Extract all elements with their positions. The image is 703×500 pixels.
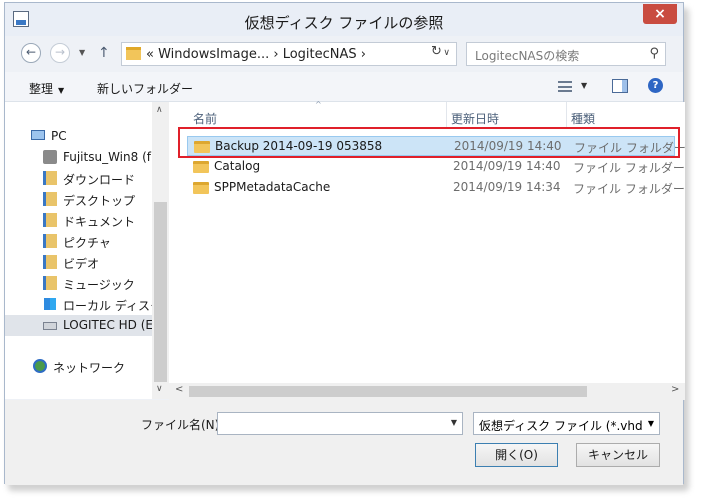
scroll-left-icon[interactable]: <: [175, 384, 183, 395]
sidebar-item-local-disk[interactable]: ローカル ディスク (C: [5, 294, 152, 315]
file-name: Catalog: [214, 159, 261, 173]
view-options-icon[interactable]: [558, 81, 572, 92]
filename-dropdown-icon[interactable]: ▼: [451, 418, 457, 427]
downloads-icon: [43, 171, 57, 185]
column-header-date-label: 更新日時: [451, 112, 500, 126]
up-folder-button[interactable]: ↑: [98, 45, 110, 61]
sidebar-item-label: ダウンロード: [63, 173, 136, 187]
sidebar-item-label: ネットワーク: [53, 361, 126, 375]
file-type: ファイル フォルダー: [573, 161, 685, 175]
scroll-right-icon[interactable]: >: [671, 384, 679, 395]
sidebar-item-music[interactable]: ミュージック: [5, 273, 152, 294]
folder-icon: [126, 47, 141, 60]
sidebar-item-label: LOGITEC HD (E: [63, 318, 152, 332]
navigation-pane: PC Fujitsu_Win8 (f ダウンロード デスクトップ ドキュメント …: [5, 102, 152, 399]
view-dropdown-icon[interactable]: ▼: [581, 81, 587, 90]
file-date: 2014/09/19 14:40: [453, 159, 561, 173]
new-folder-button[interactable]: 新しいフォルダー: [97, 80, 193, 97]
filename-label: ファイル名(N):: [141, 418, 224, 432]
file-name: SPPMetadataCache: [214, 180, 331, 194]
folder-icon: [193, 161, 209, 173]
back-button[interactable]: ←: [21, 43, 41, 63]
scroll-up-icon[interactable]: ∧: [156, 105, 163, 115]
column-header-type[interactable]: 種類: [547, 102, 667, 128]
sidebar-item-pictures[interactable]: ピクチャ: [5, 231, 152, 252]
column-header-name-label: 名前: [193, 112, 218, 126]
file-list-horizontal-scrollbar[interactable]: < >: [169, 383, 685, 400]
pc-icon: [31, 130, 45, 140]
search-box[interactable]: LogitecNASの検索 ⚲: [466, 42, 666, 66]
file-date: 2014/09/19 14:34: [453, 180, 561, 194]
music-icon: [43, 276, 57, 290]
sidebar-item-label: ローカル ディスク (C: [63, 299, 152, 313]
pictures-icon: [43, 234, 57, 248]
navigation-pane-scrollbar[interactable]: ∧ ∨: [152, 102, 169, 399]
dialog-footer: ファイル名(N): ▼ 仮想ディスク ファイル (*.vhd、*.vl ▼ 開く…: [5, 400, 683, 485]
file-row[interactable]: SPPMetadataCache 2014/09/19 14:34 ファイル フ…: [187, 178, 685, 198]
forward-button[interactable]: →: [50, 43, 70, 63]
sidebar-item-label: ミュージック: [63, 278, 135, 292]
folder-icon: [193, 182, 209, 194]
scrollbar-thumb[interactable]: [154, 202, 167, 382]
sidebar-item-desktop[interactable]: デスクトップ: [5, 189, 152, 210]
organize-label: 整理: [29, 82, 54, 96]
desktop-icon: [43, 192, 57, 206]
sidebar-item-label: ビデオ: [63, 257, 100, 271]
scrollbar-thumb[interactable]: [189, 386, 587, 397]
sidebar-item-documents[interactable]: ドキュメント: [5, 210, 152, 231]
file-type-value: 仮想ディスク ファイル (*.vhd、*.vl: [479, 419, 660, 433]
search-input[interactable]: LogitecNASの検索: [475, 47, 579, 64]
network-icon: [33, 359, 47, 373]
sidebar-item-network[interactable]: ネットワーク: [5, 356, 152, 377]
chevron-down-icon[interactable]: ▼: [643, 413, 659, 434]
sidebar-item-videos[interactable]: ビデオ: [5, 252, 152, 273]
user-folder-icon: [43, 150, 57, 164]
windows-drive-icon: [43, 297, 57, 311]
navigation-bar: ← → ▼ ↑ « WindowsImage... › LogitecNAS ›…: [5, 36, 683, 72]
drive-icon: [43, 322, 57, 330]
command-toolbar: 整理 ▼ 新しいフォルダー ▼ ?: [5, 72, 683, 102]
filename-input[interactable]: ▼: [217, 412, 463, 435]
address-path[interactable]: « WindowsImage... › LogitecNAS ›: [146, 47, 366, 62]
videos-icon: [43, 255, 57, 269]
organize-button[interactable]: 整理 ▼: [29, 80, 64, 97]
sidebar-item-label: Fujitsu_Win8 (f: [63, 150, 151, 164]
file-row[interactable]: Catalog 2014/09/19 14:40 ファイル フォルダー: [187, 157, 685, 177]
sidebar-item-label: PC: [51, 129, 67, 143]
recent-locations-dropdown[interactable]: ▼: [79, 48, 85, 57]
preview-pane-icon[interactable]: [612, 79, 628, 93]
documents-icon: [43, 213, 57, 227]
search-icon[interactable]: ⚲: [649, 46, 659, 61]
column-header-date[interactable]: 更新日時: [427, 102, 547, 128]
sidebar-item-label: ピクチャ: [63, 236, 111, 250]
cancel-button[interactable]: キャンセル: [576, 443, 660, 467]
open-button[interactable]: 開く(O): [475, 443, 558, 467]
address-dropdown[interactable]: ∨: [443, 48, 450, 58]
file-type-select[interactable]: 仮想ディスク ファイル (*.vhd、*.vl ▼: [473, 412, 660, 435]
selection-highlight-box: [178, 127, 680, 158]
column-header-type-label: 種類: [571, 112, 596, 126]
sidebar-item-logitec-hd[interactable]: LOGITEC HD (E: [5, 315, 152, 336]
chevron-down-icon: ▼: [58, 86, 65, 95]
sidebar-item-label: ドキュメント: [63, 215, 136, 229]
scroll-down-icon[interactable]: ∨: [156, 384, 163, 394]
sidebar-item-label: デスクトップ: [63, 194, 136, 208]
sidebar-item-pc[interactable]: PC: [5, 126, 152, 147]
address-bar[interactable]: « WindowsImage... › LogitecNAS › ∨: [121, 42, 457, 66]
file-open-dialog: 仮想ディスク ファイルの参照 × ← → ▼ ↑ « WindowsImage.…: [4, 2, 686, 485]
dialog-title: 仮想ディスク ファイルの参照: [244, 14, 444, 32]
help-icon[interactable]: ?: [648, 78, 663, 93]
column-header-name[interactable]: 名前: [169, 102, 446, 128]
close-button[interactable]: ×: [643, 4, 677, 24]
sidebar-item-user[interactable]: Fujitsu_Win8 (f: [5, 147, 152, 168]
sidebar-item-downloads[interactable]: ダウンロード: [5, 168, 152, 189]
file-type: ファイル フォルダー: [573, 182, 685, 196]
title-bar[interactable]: 仮想ディスク ファイルの参照 ×: [5, 3, 683, 36]
refresh-icon[interactable]: ↻: [431, 44, 442, 59]
